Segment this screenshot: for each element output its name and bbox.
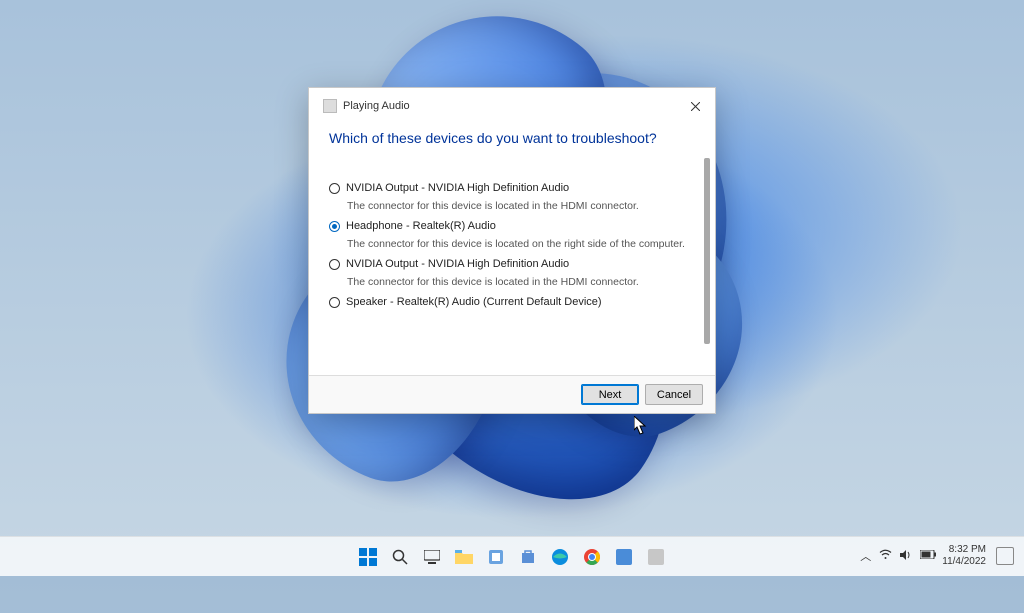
troubleshoot-dialog: Playing Audio Which of these devices do … [308,87,716,414]
device-item: Speaker - Realtek(R) Audio (Current Defa… [329,296,695,308]
time-text: 8:32 PM [942,544,986,556]
scrollbar-thumb[interactable] [704,158,710,344]
app-icon [648,549,664,565]
pinned-app-1[interactable] [610,543,638,571]
tray-icons[interactable]: ︿ [860,548,936,564]
dialog-app-icon [323,99,337,113]
clock[interactable]: 8:32 PM 11/4/2022 [942,544,986,568]
file-explorer-button[interactable] [450,543,478,571]
date-text: 11/4/2022 [942,556,986,568]
device-radio-row[interactable]: NVIDIA Output - NVIDIA High Definition A… [329,182,695,194]
dialog-question: Which of these devices do you want to tr… [329,130,695,146]
dialog-titlebar: Playing Audio [309,88,715,120]
device-radio-row[interactable]: Headphone - Realtek(R) Audio [329,220,695,232]
search-button[interactable] [386,543,414,571]
device-description: The connector for this device is located… [347,200,695,212]
taskbar: ︿ 8:32 PM 11/4/2022 [0,536,1024,576]
taskview-button[interactable] [418,543,446,571]
radio-button[interactable] [329,221,340,232]
volume-icon[interactable] [900,549,912,564]
dialog-body: Which of these devices do you want to tr… [309,120,715,375]
settings-icon [488,549,504,565]
edge-button[interactable] [546,543,574,571]
close-icon [691,102,700,111]
store-button[interactable] [514,543,542,571]
dialog-footer: Next Cancel [309,375,715,413]
device-description: The connector for this device is located… [347,238,695,250]
notifications-button[interactable] [996,547,1014,565]
device-label: Headphone - Realtek(R) Audio [346,220,496,232]
app-icon [616,549,632,565]
device-item: NVIDIA Output - NVIDIA High Definition A… [329,258,695,288]
device-label: NVIDIA Output - NVIDIA High Definition A… [346,182,569,194]
folder-icon [455,550,473,564]
system-tray: ︿ 8:32 PM 11/4/2022 [860,536,1014,576]
chrome-icon [583,548,601,566]
store-icon [520,549,536,565]
search-icon [392,549,408,565]
close-button[interactable] [683,96,707,116]
edge-icon [551,548,569,566]
device-description: The connector for this device is located… [347,276,695,288]
chrome-button[interactable] [578,543,606,571]
taskbar-center [354,543,670,571]
device-list: NVIDIA Output - NVIDIA High Definition A… [329,182,695,308]
device-label: NVIDIA Output - NVIDIA High Definition A… [346,258,569,270]
device-label: Speaker - Realtek(R) Audio (Current Defa… [346,296,602,308]
battery-icon[interactable] [920,550,936,562]
pinned-app-2[interactable] [642,543,670,571]
wifi-icon[interactable] [879,549,892,563]
radio-button[interactable] [329,183,340,194]
radio-button[interactable] [329,297,340,308]
cancel-button[interactable]: Cancel [645,384,703,405]
next-button[interactable]: Next [581,384,639,405]
radio-button[interactable] [329,259,340,270]
start-button[interactable] [354,543,382,571]
device-item: Headphone - Realtek(R) Audio The connecto… [329,220,695,250]
settings-button[interactable] [482,543,510,571]
chevron-up-icon[interactable]: ︿ [860,548,871,564]
taskview-icon [424,550,440,564]
device-radio-row[interactable]: Speaker - Realtek(R) Audio (Current Defa… [329,296,695,308]
device-radio-row[interactable]: NVIDIA Output - NVIDIA High Definition A… [329,258,695,270]
dialog-title: Playing Audio [343,100,683,112]
device-item: NVIDIA Output - NVIDIA High Definition A… [329,182,695,212]
